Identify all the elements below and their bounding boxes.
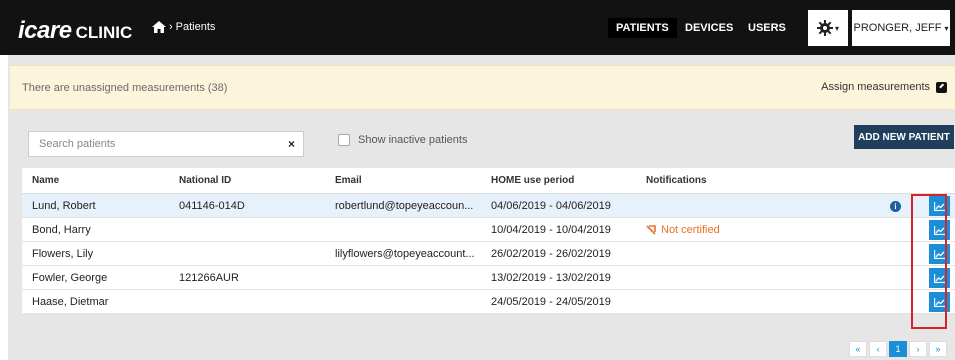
logo-sub-text: CLINIC (75, 23, 133, 42)
alert-text: There are unassigned measurements (38) (22, 82, 228, 94)
header-name[interactable]: Name (32, 168, 59, 193)
show-inactive-filter[interactable]: Show inactive patients (338, 134, 467, 146)
add-new-patient-button[interactable]: ADD NEW PATIENT (854, 125, 954, 149)
user-menu[interactable]: PRONGER, JEFF ▾ (852, 10, 950, 46)
external-link-icon (936, 81, 947, 93)
unassigned-alert: There are unassigned measurements (38) A… (10, 65, 955, 110)
breadcrumb-separator: › (169, 21, 173, 33)
next-page-button[interactable]: › (909, 341, 927, 357)
patient-name: Bond, Harry (32, 223, 91, 236)
icare-clinic-logo[interactable]: icare CLINIC (18, 17, 132, 45)
patient-name: Lund, Robert (32, 199, 96, 212)
user-name: PRONGER, JEFF (853, 22, 942, 34)
table-row[interactable]: Fowler, George 121266AUR 13/02/2019 - 13… (22, 266, 955, 290)
top-navigation-bar: icare CLINIC › Patients PATIENTS DEVICES … (0, 0, 955, 55)
search-input[interactable] (29, 132, 269, 156)
first-page-button[interactable]: « (849, 341, 867, 357)
table-row[interactable]: Haase, Dietmar 24/05/2019 - 24/05/2019 (22, 290, 955, 314)
header-notifications[interactable]: Notifications (646, 168, 707, 193)
not-certified-icon (646, 224, 656, 235)
info-icon[interactable]: i (890, 201, 901, 212)
last-page-button[interactable]: » (929, 341, 947, 357)
patient-email: lilyflowers@topeyeaccount... (335, 247, 475, 260)
clear-search-icon[interactable]: × (288, 137, 295, 151)
patient-name: Fowler, George (32, 271, 108, 284)
main-content: There are unassigned measurements (38) A… (6, 55, 955, 360)
nav-patients[interactable]: PATIENTS (608, 18, 677, 38)
assign-measurements-link[interactable]: Assign measurements (821, 81, 947, 93)
patient-email: robertlund@topeyeaccoun... (335, 199, 474, 212)
show-inactive-checkbox[interactable] (338, 134, 350, 146)
show-inactive-label: Show inactive patients (358, 134, 468, 146)
home-icon[interactable] (152, 21, 166, 33)
table-row[interactable]: Lund, Robert 041146-014D robertlund@tope… (22, 194, 955, 218)
patient-national-id: 121266AUR (179, 271, 239, 284)
nav-users[interactable]: USERS (740, 18, 794, 38)
patient-period: 13/02/2019 - 13/02/2019 (491, 271, 611, 284)
highlight-annotation (911, 194, 947, 329)
prev-page-button[interactable]: ‹ (869, 341, 887, 357)
patients-table: Name National ID Email HOME use period N… (22, 168, 955, 314)
table-header: Name National ID Email HOME use period N… (22, 168, 955, 194)
settings-menu[interactable]: ▾ (808, 10, 848, 46)
gear-icon (816, 20, 833, 36)
table-row[interactable]: Bond, Harry 10/04/2019 - 10/04/2019 Not … (22, 218, 955, 242)
patient-national-id: 041146-014D (179, 199, 245, 212)
patient-period: 04/06/2019 - 04/06/2019 (491, 199, 611, 212)
breadcrumb: › Patients (152, 21, 215, 33)
header-home-use-period[interactable]: HOME use period (491, 168, 574, 193)
table-row[interactable]: Flowers, Lily lilyflowers@topeyeaccount.… (22, 242, 955, 266)
patient-name: Flowers, Lily (32, 247, 94, 260)
logo-main-text: icare (18, 17, 72, 44)
pagination: « ‹ 1 › » (849, 341, 947, 357)
patient-name: Haase, Dietmar (32, 295, 109, 308)
chevron-down-icon: ▾ (834, 23, 839, 33)
current-page-button[interactable]: 1 (889, 341, 907, 357)
header-email[interactable]: Email (335, 168, 362, 193)
header-national-id[interactable]: National ID (179, 168, 231, 193)
search-box: × (28, 131, 304, 157)
notification-not-certified: Not certified (646, 218, 720, 241)
notification-text: Not certified (661, 223, 720, 236)
assign-measurements-label: Assign measurements (821, 81, 930, 93)
chevron-down-icon: ▾ (944, 23, 949, 33)
nav-devices[interactable]: DEVICES (677, 18, 741, 38)
breadcrumb-current: Patients (175, 21, 216, 33)
patient-period: 24/05/2019 - 24/05/2019 (491, 295, 611, 308)
patient-period: 26/02/2019 - 26/02/2019 (491, 247, 611, 260)
patient-period: 10/04/2019 - 10/04/2019 (491, 223, 611, 236)
